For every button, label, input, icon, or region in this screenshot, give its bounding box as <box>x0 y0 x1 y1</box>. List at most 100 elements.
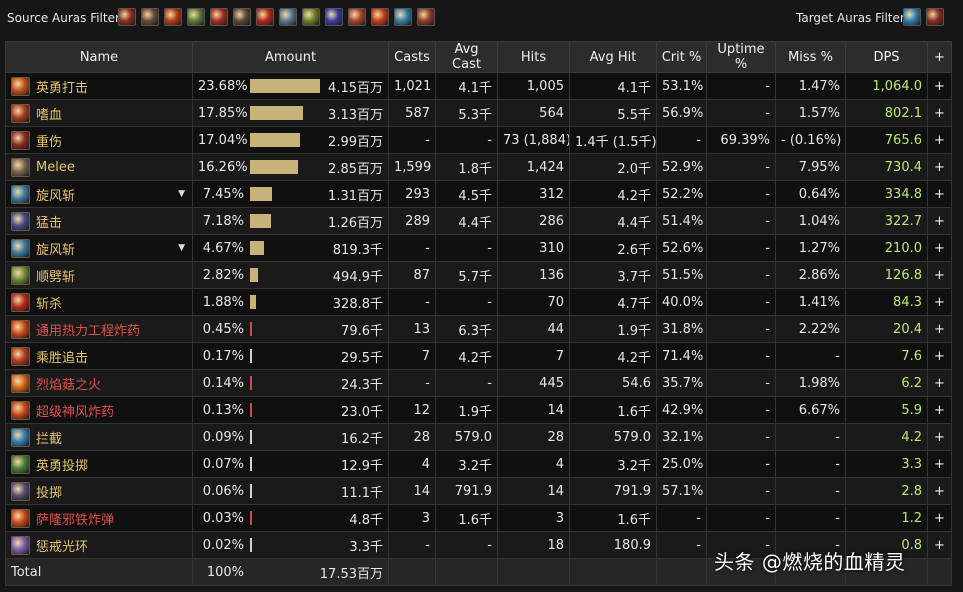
column-header-avg-cast[interactable]: Avg Cast <box>435 41 498 73</box>
spell-name[interactable]: 英勇投掷 <box>36 455 88 474</box>
sunder-icon[interactable] <box>926 8 944 26</box>
row-expand-button[interactable]: + <box>927 531 952 559</box>
spell-name-cell[interactable]: 拦截 <box>5 423 193 451</box>
spell-name-cell[interactable]: 嗜血 <box>5 99 193 127</box>
column-header-hits[interactable]: Hits <box>497 41 570 73</box>
spell-name-cell[interactable]: 投掷 <box>5 477 193 505</box>
row-expand-button[interactable]: + <box>927 477 952 505</box>
spell-name[interactable]: 嗜血 <box>36 104 62 123</box>
row-expand-button[interactable]: + <box>927 288 952 316</box>
table-row[interactable]: 英勇打击 23.68% 4.15百万 1,021 4.1千 1,005 4.1千 53.1% -… <box>5 72 952 100</box>
shield-slam-icon[interactable] <box>187 8 205 26</box>
row-expand-button[interactable]: + <box>927 180 952 208</box>
spell-name-cell[interactable]: 重伤 <box>5 126 193 154</box>
spell-name-cell[interactable]: 斩杀 <box>5 288 193 316</box>
spell-name[interactable]: 萨隆邪铁炸弹 <box>36 509 114 528</box>
spell-name[interactable]: 惩戒光环 <box>36 536 88 555</box>
spell-name-cell[interactable]: Melee <box>5 153 193 181</box>
table-row[interactable]: 英勇投掷 0.07% 12.9千 4 3.2千 4 3.2千 25.0% - -3.3 + <box>5 450 952 478</box>
spell-name-cell[interactable]: 萨隆邪铁炸弹 <box>5 504 193 532</box>
table-row[interactable]: 嗜血 17.85% 3.13百万 587 5.3千 564 5.5千 56.9% -1.57% 8… <box>5 99 952 127</box>
spell-name-cell[interactable]: 旋风斩 ▼ <box>5 180 193 208</box>
column-header-amount[interactable]: Amount <box>192 41 389 73</box>
spell-name[interactable]: 斩杀 <box>36 293 62 312</box>
rage-icon[interactable] <box>256 8 274 26</box>
spell-name-cell[interactable]: 乘胜追击 <box>5 342 193 370</box>
table-row[interactable]: Melee 16.26% 2.85百万 1,599 1.8千 1,424 2.0千 52.9%… <box>5 153 952 181</box>
spell-name-cell[interactable]: 英勇打击 <box>5 72 193 100</box>
row-expand-button[interactable]: + <box>927 234 952 262</box>
heroic-fist-icon[interactable] <box>233 8 251 26</box>
column-header-miss[interactable]: Miss % <box>775 41 846 73</box>
spell-name-cell[interactable]: 猛击 <box>5 207 193 235</box>
spell-name-cell[interactable]: 超级神风炸药 <box>5 396 193 424</box>
arcane-icon[interactable] <box>325 8 343 26</box>
vortex-icon[interactable] <box>903 8 921 26</box>
spell-name-cell[interactable]: 英勇投掷 <box>5 450 193 478</box>
spell-name[interactable]: 重伤 <box>36 131 62 150</box>
row-expand-button[interactable]: + <box>927 504 952 532</box>
spell-name-cell[interactable]: 通用热力工程炸药 <box>5 315 193 343</box>
expand-caret-icon[interactable]: ▼ <box>178 243 187 253</box>
table-row[interactable]: 旋风斩 ▼ 4.67% 819.3千 - -310 2.6千 52.6% -1.27% 210.0… <box>5 234 952 262</box>
column-header-crit[interactable]: Crit % <box>656 41 707 73</box>
spell-name[interactable]: 乘胜追击 <box>36 347 88 366</box>
spell-name[interactable]: 猛击 <box>36 212 62 231</box>
spell-name[interactable]: 通用热力工程炸药 <box>36 320 140 339</box>
column-header-name[interactable]: Name <box>5 41 193 73</box>
claw-icon[interactable] <box>118 8 136 26</box>
spell-name-cell[interactable]: 旋风斩 ▼ <box>5 234 193 262</box>
row-expand-button[interactable]: + <box>927 99 952 127</box>
row-expand-button[interactable]: + <box>927 261 952 289</box>
row-expand-button[interactable]: + <box>927 72 952 100</box>
warlord-icon[interactable] <box>302 8 320 26</box>
spell-name[interactable]: 旋风斩 <box>36 185 75 204</box>
row-expand-button[interactable]: + <box>927 450 952 478</box>
flame-strike-icon[interactable] <box>164 8 182 26</box>
spell-name-cell[interactable]: 惩戒光环 <box>5 531 193 559</box>
spell-name-cell[interactable]: 烈焰菇之火 <box>5 369 193 397</box>
frost-icon[interactable] <box>394 8 412 26</box>
spell-name[interactable]: 英勇打击 <box>36 77 88 96</box>
row-expand-button[interactable]: + <box>927 126 952 154</box>
bloodlust-icon[interactable] <box>348 8 366 26</box>
column-header-avg-hit[interactable]: Avg Hit <box>569 41 657 73</box>
spell-name[interactable]: 拦截 <box>36 428 62 447</box>
table-row[interactable]: 拦截 0.09% 16.2千 28 579.0 28 579.0 32.1% - -4.2 + <box>5 423 952 451</box>
shatter-icon[interactable] <box>279 8 297 26</box>
row-expand-button[interactable]: + <box>927 396 952 424</box>
spell-name[interactable]: 烈焰菇之火 <box>36 374 101 393</box>
table-row[interactable]: 斩杀 1.88% 328.8千 - -70 4.7千 40.0% -1.41% 84.3 + <box>5 288 952 316</box>
fire-burst-icon[interactable] <box>371 8 389 26</box>
table-row[interactable]: 通用热力工程炸药 0.45% 79.6千 13 6.3千 44 1.9千 31.8% -2.22… <box>5 315 952 343</box>
table-row[interactable]: 顺劈斩 2.82% 494.9千 87 5.7千 136 3.7千 51.5% -2.86% 12… <box>5 261 952 289</box>
spell-name[interactable]: 旋风斩 <box>36 239 75 258</box>
column-header-casts[interactable]: Casts <box>388 41 436 73</box>
expand-caret-icon[interactable]: ▼ <box>178 189 187 199</box>
spell-name[interactable]: 超级神风炸药 <box>36 401 114 420</box>
berserker-icon[interactable] <box>417 8 435 26</box>
table-row[interactable]: 烈焰菇之火 0.14% 24.3千 - -445 54.6 35.7% -1.98% 6.2 + <box>5 369 952 397</box>
row-expand-button[interactable]: + <box>927 423 952 451</box>
table-row[interactable]: 超级神风炸药 0.13% 23.0千 12 1.9千 14 1.6千 42.9% -6.67% 5… <box>5 396 952 424</box>
add-column-button[interactable]: + <box>927 41 952 73</box>
spell-name[interactable]: Melee <box>36 160 75 175</box>
column-header-uptime[interactable]: Uptime % <box>706 41 776 73</box>
table-row[interactable]: 猛击 7.18% 1.26百万 289 4.4千 286 4.4千 51.4% -1.04% 32… <box>5 207 952 235</box>
row-expand-button[interactable]: + <box>927 153 952 181</box>
table-row[interactable]: 投掷 0.06% 11.1千 14 791.9 14 791.9 57.1% - -2.8 + <box>5 477 952 505</box>
spell-name[interactable]: 投掷 <box>36 482 62 501</box>
row-expand-button[interactable]: + <box>927 342 952 370</box>
spell-name-cell[interactable]: 顺劈斩 <box>5 261 193 289</box>
fist-icon[interactable] <box>141 8 159 26</box>
row-expand-button[interactable]: + <box>927 369 952 397</box>
row-expand-button[interactable]: + <box>927 207 952 235</box>
row-expand-button[interactable]: + <box>927 315 952 343</box>
table-row[interactable]: 旋风斩 ▼ 7.45% 1.31百万 293 4.5千 312 4.2千 52.2% -0.64%… <box>5 180 952 208</box>
spell-name[interactable]: 顺劈斩 <box>36 266 75 285</box>
table-row[interactable]: 重伤 17.04% 2.99百万 - -73 (1,884) 1.4千 (1.5千) -69… <box>5 126 952 154</box>
table-row[interactable]: 萨隆邪铁炸弹 0.03% 4.8千 3 1.6千 3 1.6千 - - -1.2 + <box>5 504 952 532</box>
column-header-dps[interactable]: DPS <box>845 41 928 73</box>
table-row[interactable]: 乘胜追击 0.17% 29.5千 7 4.2千 7 4.2千 71.4% - -7.6 + <box>5 342 952 370</box>
blood-rage-icon[interactable] <box>210 8 228 26</box>
